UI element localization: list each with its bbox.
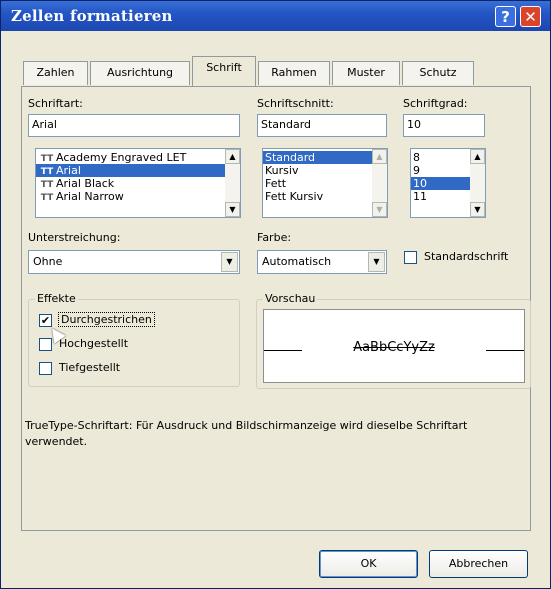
font-list-item: Arial Black xyxy=(56,177,115,190)
chevron-down-icon[interactable]: ▼ xyxy=(368,252,385,272)
font-input[interactable]: Arial xyxy=(28,114,240,137)
font-list-scrollbar[interactable]: ▲ ▼ xyxy=(225,149,240,217)
strikethrough-checkbox[interactable]: ✔ xyxy=(39,314,52,327)
font-list-item: Arial Narrow xyxy=(56,190,124,203)
superscript-checkbox[interactable] xyxy=(39,338,52,351)
dialog-window: Zellen formatieren ? ✕ Zahlen Ausrichtun… xyxy=(0,0,551,589)
style-input[interactable]: Standard xyxy=(257,114,387,137)
size-list-item: 11 xyxy=(413,190,427,203)
truetype-icon: TT xyxy=(40,193,54,203)
effects-title: Effekte xyxy=(35,292,78,305)
color-value: Automatisch xyxy=(262,255,332,268)
superscript-label[interactable]: Hochgestellt xyxy=(59,337,128,350)
window-title: Zellen formatieren xyxy=(11,7,173,25)
ok-button[interactable]: OK xyxy=(319,550,418,578)
tab-muster[interactable]: Muster xyxy=(332,61,400,85)
scroll-down-icon[interactable]: ▼ xyxy=(372,202,387,217)
style-list-scrollbar[interactable]: ▲ ▼ xyxy=(372,149,387,217)
tab-schutz[interactable]: Schutz xyxy=(402,61,474,85)
list-item[interactable]: TT Academy Engraved LET xyxy=(36,151,240,164)
font-list[interactable]: TT Academy Engraved LET TT Arial TT Arial B… xyxy=(35,148,241,218)
list-item[interactable]: Standard xyxy=(263,151,387,164)
tab-zahlen[interactable]: Zahlen xyxy=(23,61,88,85)
style-list-item: Fett Kursiv xyxy=(265,190,324,203)
preview-box: AaBbCcYyZz xyxy=(263,309,525,383)
size-label: Schriftgrad: xyxy=(403,97,468,110)
underline-value: Ohne xyxy=(33,255,63,268)
help-icon[interactable]: ? xyxy=(495,6,516,27)
cancel-button[interactable]: Abbrechen xyxy=(429,550,528,578)
title-bar[interactable]: Zellen formatieren ? ✕ xyxy=(1,1,550,31)
style-list-item: Fett xyxy=(265,177,287,190)
list-item[interactable]: TT Arial Black xyxy=(36,177,240,190)
list-item[interactable]: Fett xyxy=(263,177,387,190)
scroll-up-icon[interactable]: ▲ xyxy=(225,149,240,164)
font-list-item: Arial xyxy=(56,164,81,177)
list-item[interactable]: Kursiv xyxy=(263,164,387,177)
tab-ausrichtung[interactable]: Ausrichtung xyxy=(90,61,190,85)
size-list-item: 10 xyxy=(413,177,427,190)
size-list[interactable]: 8 9 10 11 ▲ ▼ xyxy=(410,148,486,218)
close-icon[interactable]: ✕ xyxy=(520,6,541,27)
preview-baseline-right xyxy=(486,350,524,351)
subscript-label[interactable]: Tiefgestellt xyxy=(59,361,120,374)
scroll-up-icon[interactable]: ▲ xyxy=(470,149,485,164)
tab-rahmen[interactable]: Rahmen xyxy=(258,61,330,85)
strikethrough-label[interactable]: Durchgestrichen xyxy=(58,312,155,327)
list-item[interactable]: TT Arial xyxy=(36,164,240,177)
color-select[interactable]: Automatisch ▼ xyxy=(257,250,387,274)
preview-sample: AaBbCcYyZz xyxy=(353,340,435,355)
style-label: Schriftschnitt: xyxy=(257,97,334,110)
size-list-scrollbar[interactable]: ▲ ▼ xyxy=(470,149,485,217)
scroll-down-icon[interactable]: ▼ xyxy=(225,202,240,217)
style-list[interactable]: Standard Kursiv Fett Fett Kursiv ▲ ▼ xyxy=(262,148,388,218)
font-list-item: Academy Engraved LET xyxy=(56,151,187,164)
color-label: Farbe: xyxy=(257,231,292,244)
standard-font-checkbox[interactable] xyxy=(404,251,417,264)
tab-schrift[interactable]: Schrift xyxy=(192,56,256,86)
standard-font-label: Standardschrift xyxy=(424,250,509,263)
list-item[interactable]: Fett Kursiv xyxy=(263,190,387,203)
size-list-item: 8 xyxy=(413,151,420,164)
scroll-up-icon[interactable]: ▲ xyxy=(372,149,387,164)
size-list-item: 9 xyxy=(413,164,420,177)
style-list-item: Standard xyxy=(265,151,316,164)
style-list-item: Kursiv xyxy=(265,164,299,177)
font-label: Schriftart: xyxy=(28,97,83,110)
scroll-down-icon[interactable]: ▼ xyxy=(470,202,485,217)
list-item[interactable]: TT Arial Narrow xyxy=(36,190,240,203)
preview-title: Vorschau xyxy=(263,292,318,305)
size-input[interactable]: 10 xyxy=(403,114,485,137)
underline-select[interactable]: Ohne ▼ xyxy=(28,250,240,274)
underline-label: Unterstreichung: xyxy=(28,231,121,244)
font-description: TrueType-Schriftart: Für Ausdruck und Bi… xyxy=(25,419,468,448)
subscript-checkbox[interactable] xyxy=(39,362,52,375)
chevron-down-icon[interactable]: ▼ xyxy=(221,252,238,272)
